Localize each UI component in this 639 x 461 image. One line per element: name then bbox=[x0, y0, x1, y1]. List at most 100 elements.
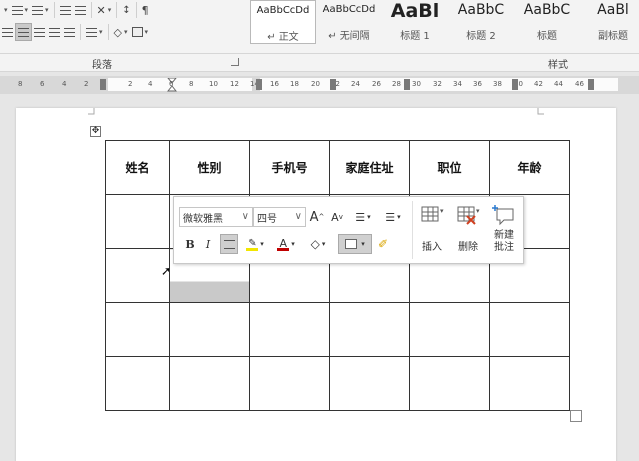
bold-button[interactable]: B bbox=[182, 234, 198, 254]
justify-button[interactable] bbox=[47, 23, 62, 41]
table-row bbox=[105, 356, 570, 411]
table-cell[interactable] bbox=[105, 356, 170, 411]
align-right-icon bbox=[34, 27, 45, 37]
page-corner-mark bbox=[88, 108, 95, 115]
decrease-indent-button[interactable] bbox=[58, 1, 73, 19]
numbering-icon: ☰ bbox=[385, 210, 396, 224]
ruler-tick: 28 bbox=[392, 80, 401, 88]
table-header-cell[interactable]: 年龄 bbox=[489, 140, 570, 195]
justify-icon bbox=[49, 27, 60, 37]
style-item[interactable]: AaBl 副标题 bbox=[580, 0, 639, 44]
mini-toolbar: 微软雅黑 ∨ 四号 ∨ A ^ Av ☰ ▾ ☰ ▾ B I ✎ ▾ A ▾ ◇ ▾ ▾… bbox=[173, 196, 524, 264]
grow-font-button[interactable]: A ^ bbox=[309, 207, 325, 227]
svg-text:▾: ▾ bbox=[476, 207, 480, 215]
table-cell[interactable] bbox=[249, 356, 330, 411]
table-header-cell[interactable]: 姓名 bbox=[105, 140, 170, 195]
delete-button[interactable]: ▾ 删除 bbox=[451, 202, 485, 260]
shading-button[interactable]: ◇ ▾ bbox=[112, 23, 130, 41]
column-marker[interactable] bbox=[100, 79, 106, 90]
style-item[interactable]: AaBl 标题 1 bbox=[382, 0, 448, 44]
align-left-button[interactable] bbox=[0, 23, 15, 41]
style-name: 标题 bbox=[514, 27, 580, 42]
shading-button[interactable]: ◇ ▾ bbox=[304, 234, 332, 254]
distributed-button[interactable] bbox=[62, 23, 77, 41]
font-name-select[interactable]: 微软雅黑 ∨ bbox=[179, 207, 253, 227]
table-cell[interactable] bbox=[329, 302, 410, 357]
bullets-button[interactable]: ☰ ▾ bbox=[349, 207, 377, 227]
delete-label: 删除 bbox=[458, 242, 478, 253]
numbering-list-button[interactable]: ▾ bbox=[0, 1, 10, 19]
numbering-button[interactable]: ☰ ▾ bbox=[379, 207, 407, 227]
sort-button[interactable]: ↕ bbox=[120, 1, 132, 19]
style-sample: AaBl bbox=[597, 2, 629, 18]
show-marks-button[interactable]: ¶ bbox=[140, 1, 151, 19]
table-move-handle-icon[interactable]: ✥ bbox=[90, 126, 101, 137]
paragraph-dialog-launcher[interactable] bbox=[231, 58, 239, 66]
increase-indent-button[interactable] bbox=[73, 1, 88, 19]
ruler-tick: 4 bbox=[148, 80, 153, 88]
ruler-tick: 36 bbox=[473, 80, 482, 88]
table-header-cell[interactable]: 手机号 bbox=[249, 140, 330, 195]
table-cell[interactable] bbox=[329, 356, 410, 411]
style-item[interactable]: AaBbC 标题 2 bbox=[448, 0, 514, 44]
table-cell[interactable] bbox=[249, 302, 330, 357]
document-area: ✥ 姓名 性别 手机号 家庭住址 职位 年龄 bbox=[0, 94, 639, 461]
table-cell[interactable] bbox=[169, 302, 250, 357]
table-header-cell[interactable]: 家庭住址 bbox=[329, 140, 410, 195]
align-right-button[interactable] bbox=[32, 23, 47, 41]
table-cell[interactable] bbox=[105, 302, 170, 357]
style-item[interactable]: AaBbCcDd ↵ 无间隔 bbox=[316, 0, 382, 44]
column-marker[interactable] bbox=[330, 79, 336, 90]
style-item[interactable]: AaBbCcDd ↵ 正文 bbox=[250, 0, 316, 44]
paragraph-row-1: ▾ ▾ ▾ ✕ ▾ ↕ ¶ bbox=[0, 0, 151, 20]
insert-button[interactable]: ▾ 插入 bbox=[415, 202, 449, 260]
table-cell[interactable] bbox=[409, 302, 490, 357]
bullets-button[interactable]: ▾ bbox=[10, 1, 31, 19]
center-align-button[interactable] bbox=[220, 234, 238, 254]
table-cell[interactable] bbox=[409, 356, 490, 411]
table-cell[interactable] bbox=[169, 356, 250, 411]
shrink-font-icon: A bbox=[331, 210, 339, 224]
borders-button[interactable]: ▾ bbox=[130, 23, 151, 41]
ribbon: ▾ ▾ ▾ ✕ ▾ ↕ ¶ ▾ ◇ ▾ ▾ AaBbCcDd ↵ 正文 AaBbCcDd ↵… bbox=[0, 0, 639, 54]
column-marker[interactable] bbox=[256, 79, 262, 90]
table-cell[interactable] bbox=[489, 302, 570, 357]
chinese-layout-button[interactable]: ✕ ▾ bbox=[95, 1, 114, 19]
table-cell[interactable] bbox=[489, 356, 570, 411]
column-marker[interactable] bbox=[512, 79, 518, 90]
borders-button[interactable]: ▾ bbox=[338, 234, 372, 254]
column-marker[interactable] bbox=[588, 79, 594, 90]
increase-indent-icon bbox=[74, 5, 86, 15]
mouse-cursor-icon: ➚ bbox=[161, 264, 172, 278]
ruler-tick: 46 bbox=[575, 80, 584, 88]
style-sample: AaBl bbox=[390, 0, 440, 22]
align-center-icon bbox=[223, 239, 235, 249]
document-page[interactable]: ✥ 姓名 性别 手机号 家庭住址 职位 年龄 bbox=[16, 108, 616, 461]
chevron-down-icon: ∨ bbox=[294, 211, 302, 222]
line-spacing-button[interactable]: ▾ bbox=[84, 23, 105, 41]
table-header-cell[interactable]: 职位 bbox=[409, 140, 490, 195]
table-resize-handle[interactable] bbox=[570, 410, 582, 422]
shrink-font-button[interactable]: Av bbox=[329, 207, 345, 227]
font-size-select[interactable]: 四号 ∨ bbox=[253, 207, 306, 227]
style-item[interactable]: AaBbC 标题 bbox=[514, 0, 580, 44]
grow-font-icon: A bbox=[309, 209, 319, 225]
align-center-button[interactable] bbox=[15, 23, 32, 41]
styles-group-label: 样式 bbox=[548, 60, 568, 71]
paragraph-group-label: 段落 bbox=[92, 60, 112, 71]
italic-button[interactable]: I bbox=[200, 234, 216, 254]
table-cell[interactable] bbox=[105, 194, 170, 249]
style-name: ↵ 正文 bbox=[251, 28, 315, 43]
table-header-row: 姓名 性别 手机号 家庭住址 职位 年龄 bbox=[105, 140, 570, 195]
table-header-cell[interactable]: 性别 bbox=[169, 140, 250, 195]
horizontal-ruler[interactable]: 8642246810121416182022242628303234363840… bbox=[0, 76, 639, 94]
font-color-button[interactable]: A ▾ bbox=[273, 234, 299, 254]
column-marker[interactable] bbox=[404, 79, 410, 90]
multilevel-list-button[interactable]: ▾ bbox=[30, 1, 51, 19]
table-cell[interactable] bbox=[105, 248, 170, 303]
new-comment-button[interactable]: 新建 批注 bbox=[487, 202, 521, 260]
format-painter-button[interactable]: ✐ bbox=[374, 234, 392, 254]
highlight-button[interactable]: ✎ ▾ bbox=[242, 234, 268, 254]
ruler-tick: 26 bbox=[372, 80, 381, 88]
ruler-tick: 12 bbox=[230, 80, 239, 88]
